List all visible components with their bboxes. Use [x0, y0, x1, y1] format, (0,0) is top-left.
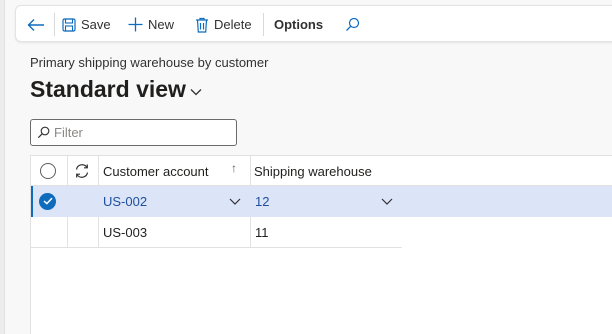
toolbar-separator [263, 13, 264, 36]
refresh-icon [75, 164, 89, 178]
save-icon [62, 17, 76, 32]
sort-ascending-icon: ↑ [231, 161, 237, 175]
delete-button[interactable]: Delete [195, 6, 252, 43]
column-header-customer-account-label: Customer account [103, 163, 209, 179]
customer-account-field[interactable]: US-002 [103, 186, 248, 216]
options-label: Options [274, 17, 324, 32]
grid-header: Customer account ↑ Shipping warehouse [31, 156, 612, 186]
data-grid: Customer account ↑ Shipping warehouse US… [30, 155, 612, 334]
customer-account-value: US-002 [103, 193, 148, 209]
back-arrow-icon [27, 18, 44, 31]
filter-box[interactable] [30, 119, 237, 146]
customer-account-value: US-003 [103, 224, 148, 240]
page-caption: Primary shipping warehouse by customer [30, 55, 269, 70]
shipping-warehouse-cell[interactable]: 11 [255, 217, 269, 247]
checkmark-icon [39, 192, 56, 210]
chevron-down-icon[interactable] [229, 198, 241, 205]
options-button[interactable]: Options [274, 6, 323, 43]
left-edge-bar [0, 0, 5, 334]
action-pane: Save New Delete Options [15, 5, 612, 42]
shipping-warehouse-field[interactable]: 12 [255, 186, 400, 216]
new-label: New [148, 17, 175, 32]
search-icon [346, 17, 360, 31]
shipping-warehouse-value: 11 [255, 224, 269, 240]
column-header-customer-account[interactable]: Customer account ↑ [103, 156, 250, 186]
delete-label: Delete [214, 17, 252, 32]
trash-icon [196, 17, 208, 33]
selected-row-indicator [31, 186, 33, 217]
row-select-checkbox[interactable] [39, 186, 56, 216]
column-header-shipping-warehouse[interactable]: Shipping warehouse [254, 156, 414, 186]
refresh-button[interactable] [74, 156, 90, 186]
select-all-radio-icon [40, 163, 56, 179]
filter-input[interactable] [54, 125, 224, 140]
table-row[interactable]: US-002 12 [31, 186, 612, 217]
search-button[interactable] [345, 6, 360, 43]
back-button[interactable] [24, 6, 48, 43]
shipping-warehouse-value: 12 [255, 193, 270, 209]
column-header-shipping-warehouse-label: Shipping warehouse [254, 163, 372, 179]
toolbar-separator [54, 13, 55, 36]
view-title: Standard view [30, 76, 186, 102]
new-button[interactable]: New [128, 6, 174, 43]
plus-icon [128, 17, 143, 32]
chevron-down-icon [190, 88, 202, 95]
select-all-checkbox[interactable] [40, 156, 56, 186]
search-icon [37, 126, 50, 139]
save-label: Save [81, 17, 111, 32]
view-selector[interactable]: Standard view [30, 76, 202, 103]
customer-account-cell[interactable]: US-003 [103, 217, 147, 247]
table-row[interactable]: US-003 11 [31, 217, 402, 248]
save-button[interactable]: Save [62, 6, 111, 43]
chevron-down-icon[interactable] [381, 198, 393, 205]
